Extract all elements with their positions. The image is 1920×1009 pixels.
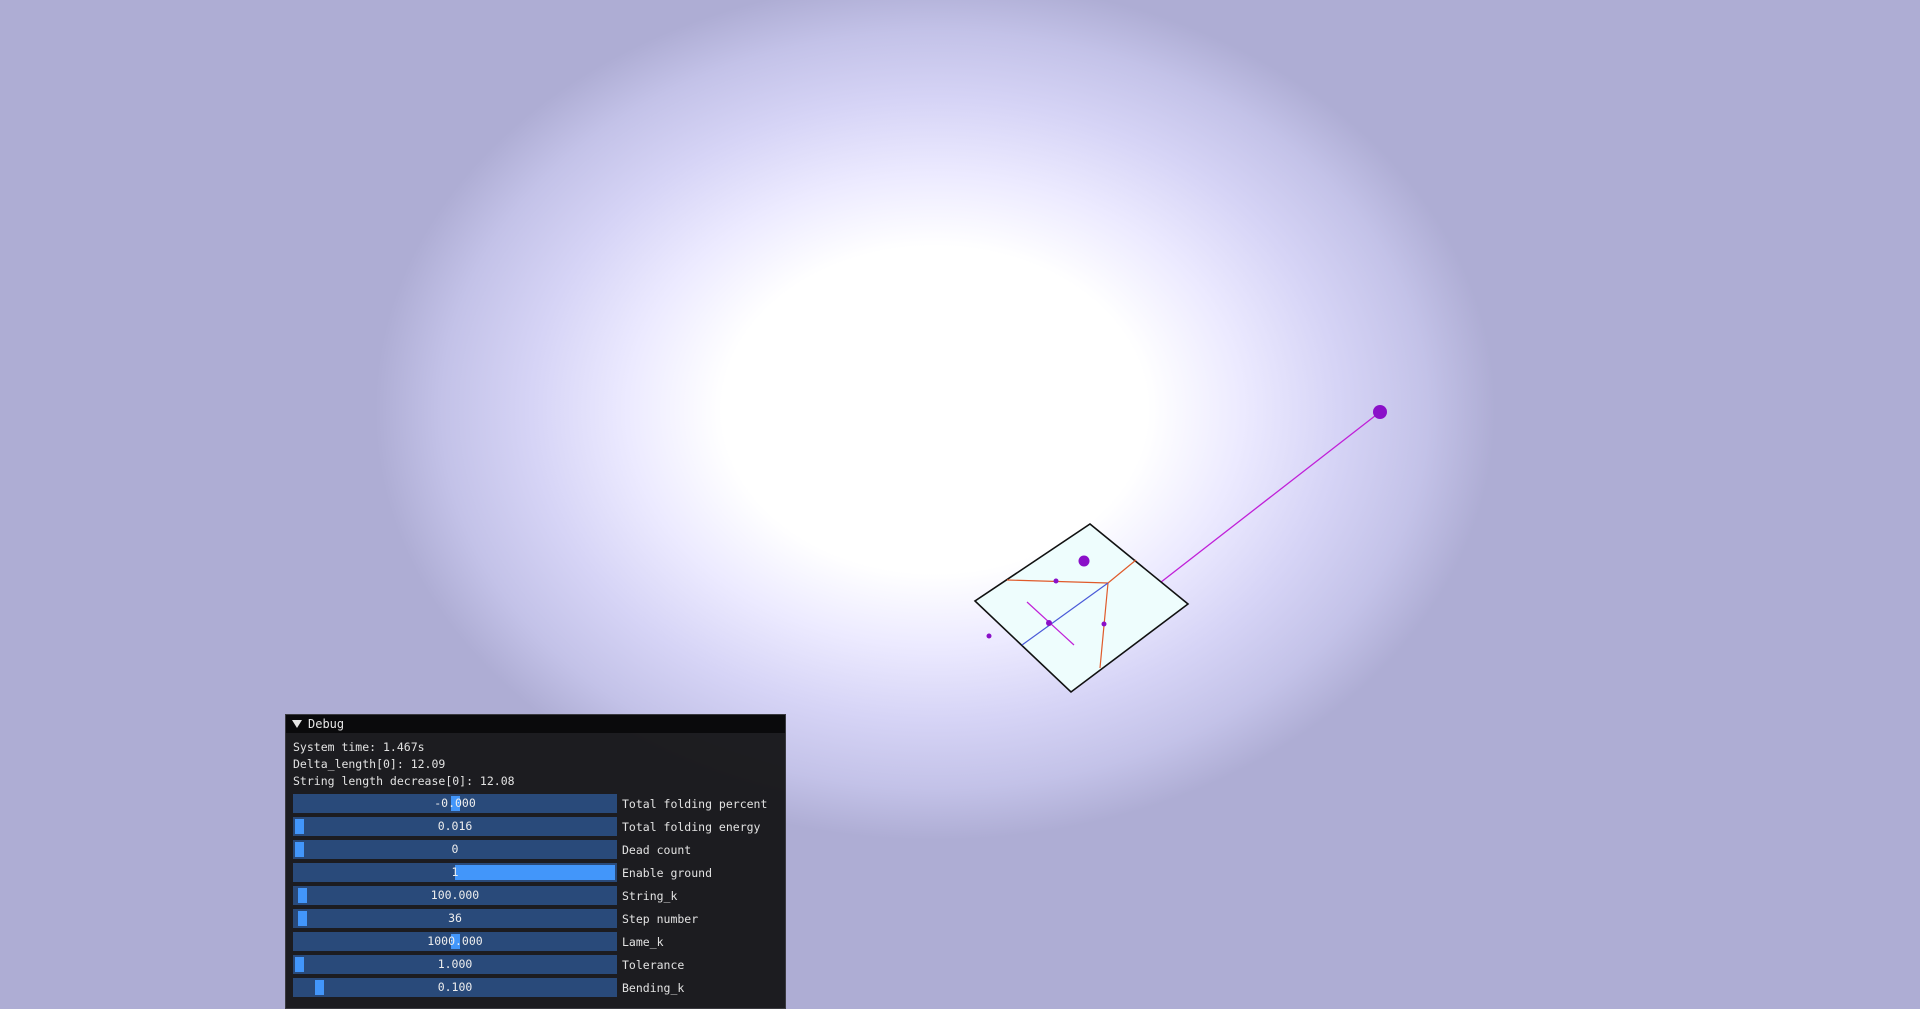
slider-row-string-k: 100.000 String_k xyxy=(293,886,778,905)
total-folding-energy-slider[interactable]: 0.016 xyxy=(293,817,617,836)
particle xyxy=(1053,578,1059,584)
delta-length-text: Delta_length[0]: 12.09 xyxy=(293,757,446,771)
slider-label: Step number xyxy=(622,911,699,926)
particle xyxy=(1078,555,1090,567)
step-number-slider[interactable]: 36 xyxy=(293,909,617,928)
string-k-slider[interactable]: 100.000 xyxy=(293,886,617,905)
particle xyxy=(986,633,992,639)
slider-label: Lame_k xyxy=(622,934,664,949)
slider-value: -0.000 xyxy=(434,796,476,810)
bending-k-slider[interactable]: 0.100 xyxy=(293,978,617,997)
slider-row-total-folding-percent: -0.000 Total folding percent xyxy=(293,794,778,813)
slider-row-lame-k: 1000.000 Lame_k xyxy=(293,932,778,951)
slider-row-tolerance: 1.000 Tolerance xyxy=(293,955,778,974)
string-line xyxy=(1133,411,1381,604)
system-time-text: System time: 1.467s xyxy=(293,740,425,754)
slider-value: 0 xyxy=(451,842,459,856)
dead-count-slider[interactable]: 0 xyxy=(293,840,617,859)
slider-row-bending-k: 0.100 Bending_k xyxy=(293,978,778,997)
enable-ground-slider[interactable]: 1 xyxy=(293,863,617,882)
slider-label: Dead count xyxy=(622,842,692,857)
slider-value: 1 xyxy=(451,865,459,879)
slider-row-dead-count: 0 Dead count xyxy=(293,840,778,859)
debug-title: Debug xyxy=(308,717,345,731)
slider-row-enable-ground: 1 Enable ground xyxy=(293,863,778,882)
slider-row-total-folding-energy: 0.016 Total folding energy xyxy=(293,817,778,836)
particle xyxy=(1101,621,1107,627)
string-length-decrease-text: String length decrease[0]: 12.08 xyxy=(293,774,515,788)
slider-label: Bending_k xyxy=(622,980,685,995)
slider-value: 0.016 xyxy=(437,819,473,833)
slider-value: 1000.000 xyxy=(427,934,483,948)
slider-value: 100.000 xyxy=(430,888,480,902)
slider-label: Total folding percent xyxy=(622,796,768,811)
anchor-particle xyxy=(1373,405,1387,419)
slider-row-step-number: 36 Step number xyxy=(293,909,778,928)
debug-content: System time: 1.467s Delta_length[0]: 12.… xyxy=(286,733,785,997)
debug-window[interactable]: Debug System time: 1.467s Delta_length[0… xyxy=(285,714,786,1009)
slider-label: Total folding energy xyxy=(622,819,761,834)
debug-title-bar[interactable]: Debug xyxy=(286,715,785,733)
tolerance-slider[interactable]: 1.000 xyxy=(293,955,617,974)
particle xyxy=(1046,620,1052,626)
lame-k-slider[interactable]: 1000.000 xyxy=(293,932,617,951)
slider-value: 36 xyxy=(448,911,462,925)
triangle-down-icon[interactable] xyxy=(292,720,302,728)
slider-label: Enable ground xyxy=(622,865,713,880)
paper-sheet xyxy=(973,523,1190,694)
total-folding-percent-slider[interactable]: -0.000 xyxy=(293,794,617,813)
slider-label: String_k xyxy=(622,888,678,903)
slider-label: Tolerance xyxy=(622,957,685,972)
slider-value: 0.100 xyxy=(437,980,473,994)
slider-value: 1.000 xyxy=(437,957,473,971)
